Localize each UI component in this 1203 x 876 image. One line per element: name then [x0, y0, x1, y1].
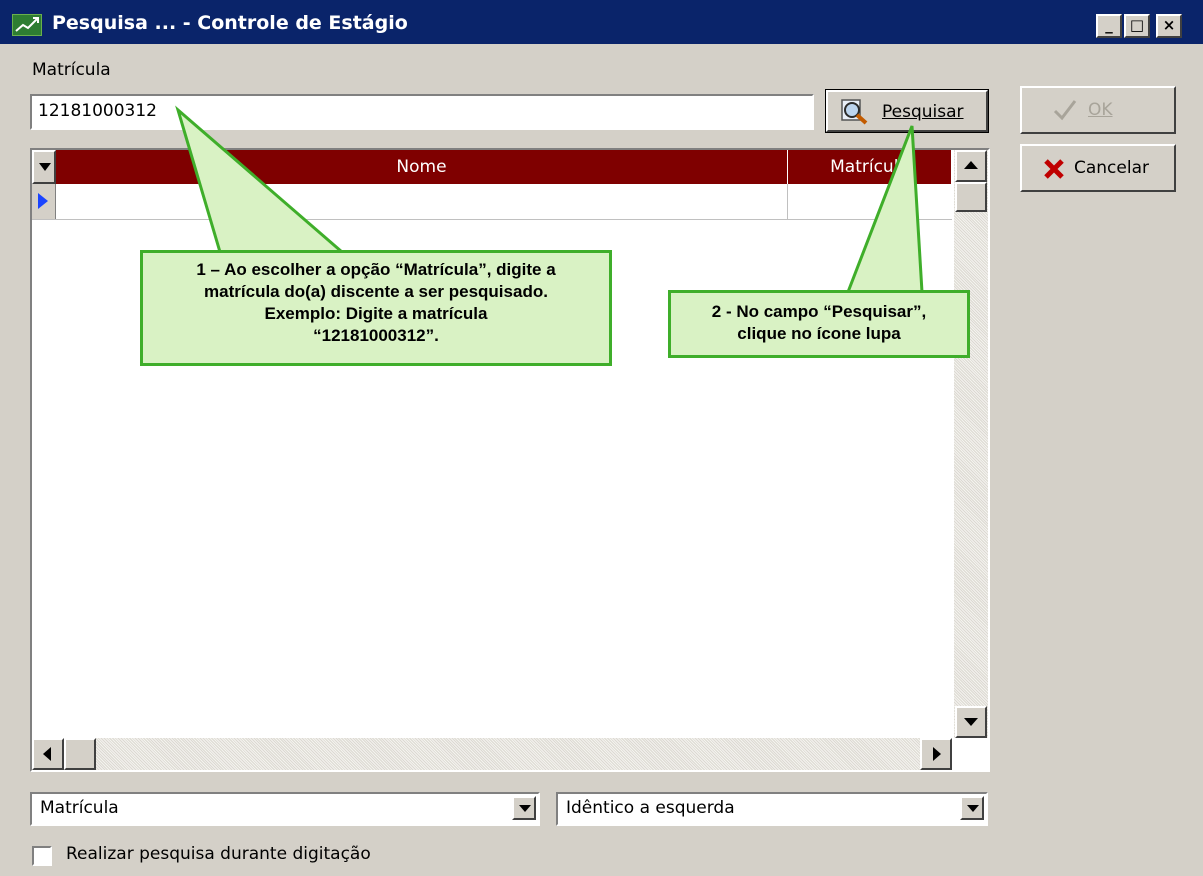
- callout-2-pointer: [845, 125, 924, 294]
- callout-pointers: [175, 105, 924, 294]
- annotation-callout-1: 1 – Ao escolher a opção “Matrícula”, dig…: [140, 250, 612, 366]
- annotation-callout-2: 2 - No campo “Pesquisar”, clique no ícon…: [668, 290, 970, 358]
- callout-1-pointer: [175, 105, 347, 254]
